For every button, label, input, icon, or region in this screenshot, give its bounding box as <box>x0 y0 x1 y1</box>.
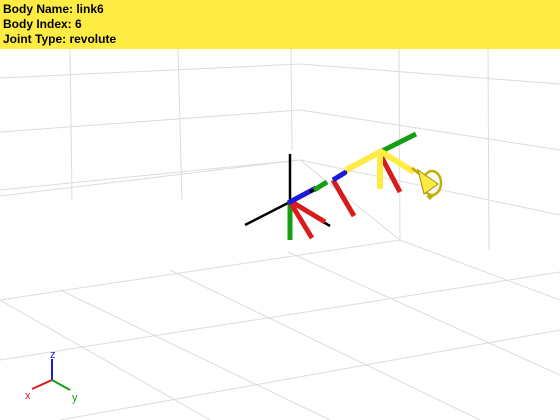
body-index-text: Body Index: 6 <box>3 17 82 31</box>
orientation-triad: z x y <box>25 349 78 404</box>
body-name-text: Body Name: link6 <box>3 2 104 16</box>
link-frames[interactable] <box>286 131 418 240</box>
triad-x-label: x <box>25 390 31 402</box>
joint-type-text: Joint Type: revolute <box>3 32 117 46</box>
robot-3d-viewport[interactable]: z x y Body Name: link6 Body Index: 6 Joi… <box>0 0 560 420</box>
triad-z-label: z <box>50 349 56 361</box>
body-info-panel: Body Name: link6 Body Index: 6 Joint Typ… <box>0 0 560 49</box>
revolute-joint-icon[interactable] <box>417 168 443 200</box>
triad-y-label: y <box>72 392 78 404</box>
floor-grid <box>0 48 560 420</box>
scene-canvas[interactable]: z x y <box>0 0 560 420</box>
